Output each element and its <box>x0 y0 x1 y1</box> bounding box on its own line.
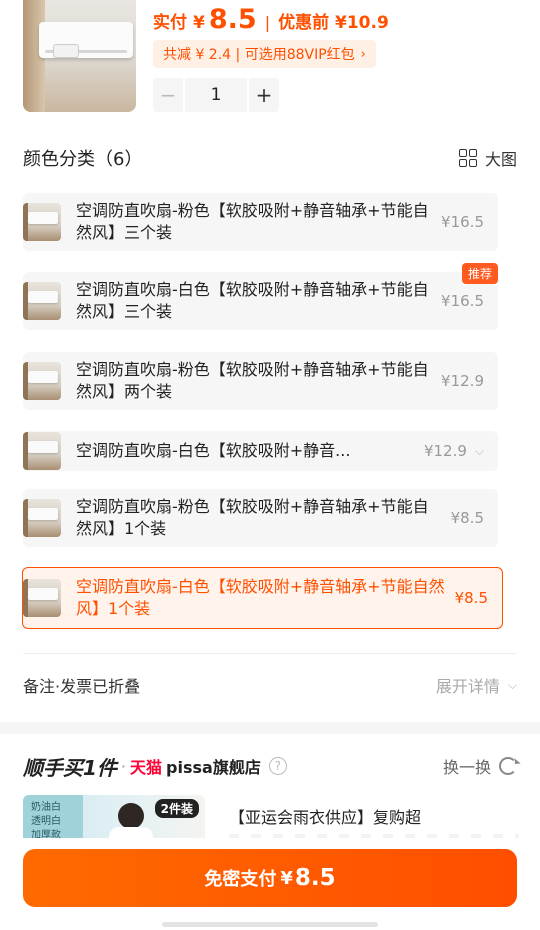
option-thumbnail <box>23 499 61 537</box>
tmall-logo: 天猫 <box>130 758 163 777</box>
model-head <box>118 803 144 829</box>
pay-amount: 8.5 <box>208 4 257 35</box>
recommended-item-title[interactable]: 【亚运会雨衣供应】复购超 <box>229 804 421 828</box>
option-name: 空调防直吹扇-粉色【软胶吸附+静音轴承+节能自然风】三个装 <box>76 201 429 242</box>
chevron-right-icon: › <box>360 46 366 62</box>
recommendation-header: 顺手买1件 · 天猫 pissa旗舰店 ? 换一换 <box>23 752 517 780</box>
pay-button[interactable]: 免密支付 ¥ 8.5 <box>23 849 517 907</box>
product-image[interactable] <box>23 0 136 112</box>
chevron-down-icon[interactable]: ⌵ <box>475 444 484 459</box>
pack-badge: 2件装 <box>154 799 199 818</box>
option-thumbnail <box>23 432 61 470</box>
refresh-label: 换一换 <box>442 758 491 777</box>
option-name: 空调防直吹扇-粉色【软胶吸附+静音轴承+节能自然风】两个装 <box>76 360 429 401</box>
option-price: ¥16.5 <box>441 213 484 231</box>
option-item[interactable]: 空调防直吹扇-粉色【软胶吸附+静音轴承+节能自然风】三个装 ¥16.5 <box>23 193 498 251</box>
large-view-toggle[interactable]: 大图 <box>458 146 517 170</box>
divider <box>23 653 517 654</box>
option-name: 空调防直吹扇-白色【软胶吸附+静音... <box>76 441 351 460</box>
refresh-icon <box>499 757 517 775</box>
quantity-value[interactable]: 1 <box>185 78 247 112</box>
option-price: ¥8.5 <box>450 509 484 527</box>
expand-details-label: 展开详情 <box>435 677 500 696</box>
note-invoice-row[interactable]: 备注·发票已折叠 展开详情 ⌵ <box>23 672 517 698</box>
option-item[interactable]: 空调防直吹扇-白色【软胶吸附+静音轴承+节能自然风】三个装 ¥16.5 推荐 <box>23 263 498 330</box>
option-name: 空调防直吹扇-白色【软胶吸附+静音轴承+节能自然风】三个装 <box>76 280 429 321</box>
recommend-badge: 推荐 <box>461 263 498 284</box>
option-item[interactable]: 空调防直吹扇-白色【软胶吸附+静音... ¥12.9 ⌵ <box>23 431 498 471</box>
option-item[interactable]: 空调防直吹扇-粉色【软胶吸附+静音轴承+节能自然风】1个装 ¥8.5 <box>23 489 498 547</box>
discount-chip[interactable]: 共减 ¥ 2.4 | 可选用88VIP红包 › <box>153 40 376 68</box>
option-price: ¥16.5 <box>441 292 484 310</box>
option-price: ¥12.9 <box>423 442 467 460</box>
option-thumbnail <box>23 362 61 400</box>
currency-symbol: ¥ <box>193 13 205 33</box>
option-name: 空调防直吹扇-白色【软胶吸附+静音轴承+节能自然风】1个装 <box>76 577 445 618</box>
increase-quantity-button[interactable]: + <box>249 78 279 112</box>
price-separator: | <box>264 13 271 32</box>
discount-text: 共减 ¥ 2.4 | 可选用88VIP红包 <box>163 47 355 63</box>
chevron-down-icon: ⌵ <box>507 677 517 692</box>
recommendation-brand: 顺手买1件 <box>23 755 117 780</box>
home-indicator[interactable] <box>162 922 378 927</box>
pay-label: 实付 <box>153 13 187 33</box>
option-thumbnail <box>23 203 61 241</box>
option-item[interactable]: 空调防直吹扇-粉色【软胶吸附+静音轴承+节能自然风】两个装 ¥12.9 <box>23 352 498 410</box>
option-item-selected[interactable]: 空调防直吹扇-白色【软胶吸附+静音轴承+节能自然风】1个装 ¥8.5 <box>22 567 503 629</box>
options-section-header: 颜色分类（6） 大图 <box>23 144 517 172</box>
pay-button-amount: 8.5 <box>294 865 336 891</box>
option-thumbnail <box>23 282 61 320</box>
option-thumbnail <box>23 579 61 617</box>
section-gap <box>0 722 540 734</box>
separator-dot: · <box>120 756 127 776</box>
decrease-quantity-button[interactable]: − <box>153 78 183 112</box>
note-invoice-label: 备注·发票已折叠 <box>23 677 141 696</box>
option-price: ¥12.9 <box>441 372 484 390</box>
price-summary: 实付 ¥ 8.5 | 优惠前 ¥10.9 <box>153 4 389 35</box>
refresh-button[interactable]: 换一换 <box>443 754 517 778</box>
expand-details-link[interactable]: 展开详情 ⌵ <box>436 673 517 697</box>
pay-button-label: 免密支付 <box>204 869 277 890</box>
product-image-fan <box>53 44 79 58</box>
original-price: 优惠前 ¥10.9 <box>278 13 389 33</box>
help-icon[interactable]: ? <box>268 757 287 775</box>
store-name[interactable]: pissa旗舰店 <box>166 754 261 778</box>
grid-icon <box>458 149 477 167</box>
option-price: ¥8.5 <box>454 589 488 607</box>
option-name: 空调防直吹扇-粉色【软胶吸附+静音轴承+节能自然风】1个装 <box>76 497 429 538</box>
pay-button-currency: ¥ <box>280 867 293 889</box>
recommended-item-side-text: 奶油白 透明白 加厚款 <box>31 802 61 841</box>
options-section-title: 颜色分类（6） <box>23 149 143 170</box>
large-view-label: 大图 <box>484 150 517 169</box>
quantity-stepper: − 1 + <box>153 78 279 112</box>
